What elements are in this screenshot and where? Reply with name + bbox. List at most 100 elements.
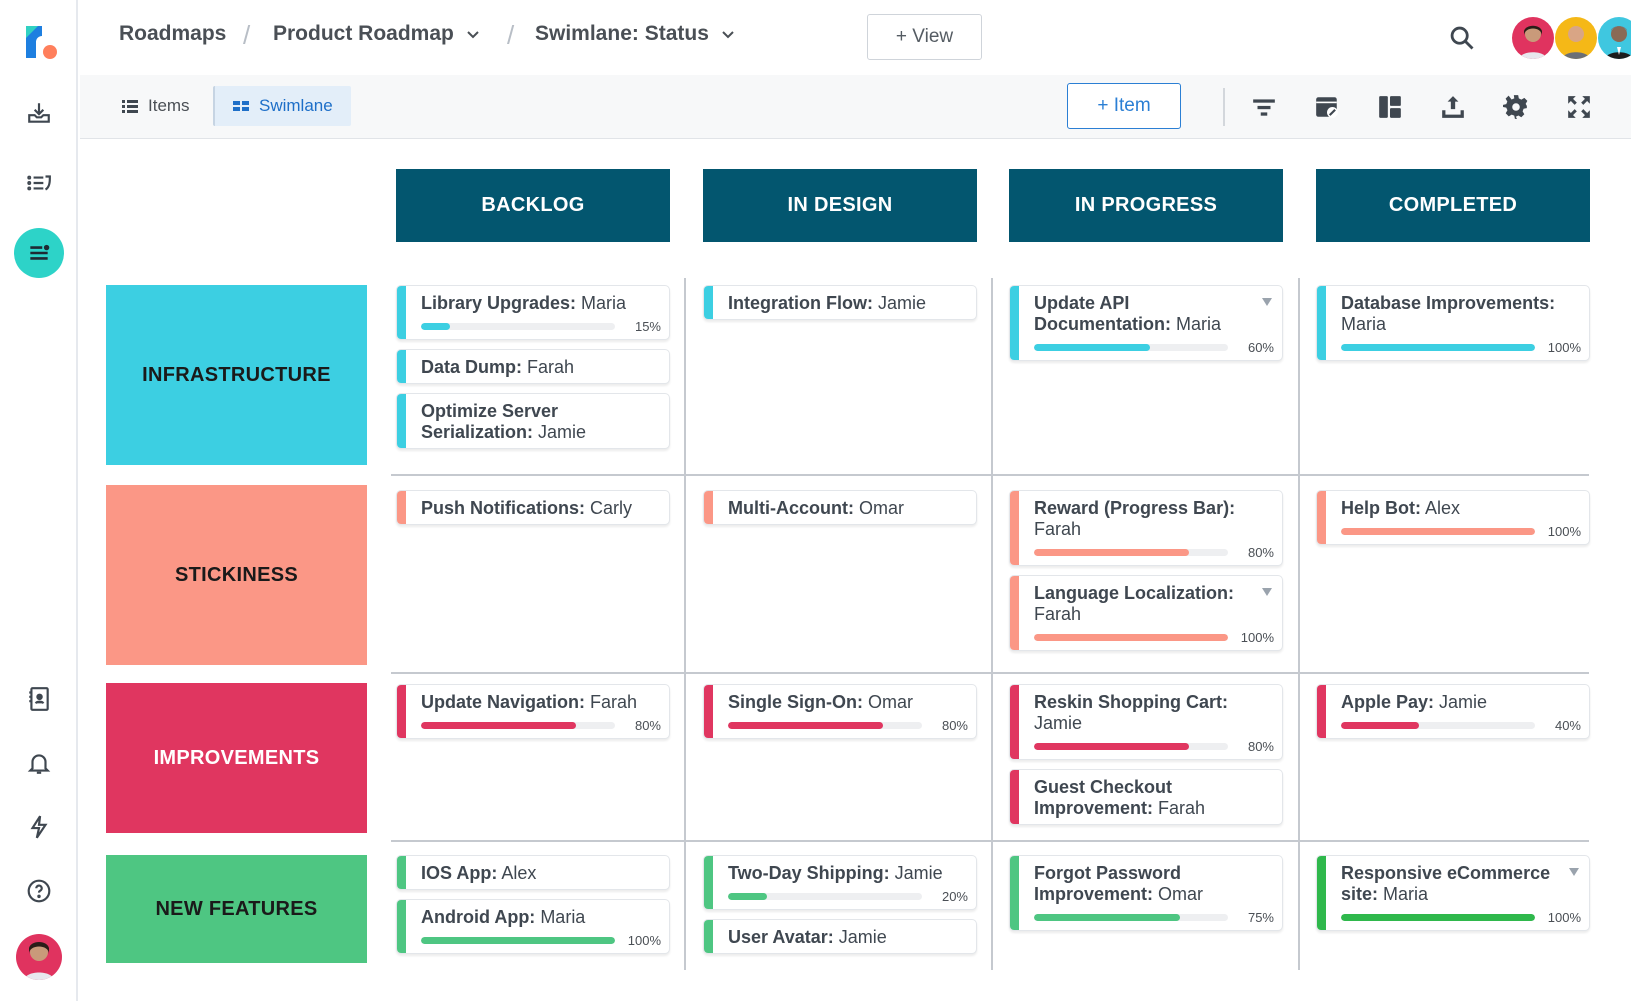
card-item-name: Single Sign-On: xyxy=(728,692,863,712)
roadmap-item-card[interactable]: Two-Day Shipping: Jamie 20% xyxy=(703,855,977,910)
roadmap-item-card[interactable]: Single Sign-On: Omar 80% xyxy=(703,684,977,739)
breadcrumb-product-roadmap[interactable]: Product Roadmap xyxy=(273,22,480,46)
column-header-completed[interactable]: COMPLETED xyxy=(1316,169,1590,242)
roadmap-item-card[interactable]: Optimize Server Serialization: Jamie xyxy=(396,393,670,449)
progress-fill xyxy=(1341,527,1535,535)
lane-label-stickiness[interactable]: STICKINESS xyxy=(106,485,367,665)
card-item-name: Integration Flow: xyxy=(728,293,873,313)
card-title: Database Improvements: Maria xyxy=(1341,293,1581,335)
card-color-stripe xyxy=(1010,491,1019,565)
lightning-icon[interactable] xyxy=(19,807,59,847)
card-owner: Omar xyxy=(1153,884,1204,904)
roadmap-item-card[interactable]: Help Bot: Alex 100% xyxy=(1316,490,1590,545)
roadmap-item-card[interactable]: User Avatar: Jamie xyxy=(703,919,977,954)
lane-label-infrastructure[interactable]: INFRASTRUCTURE xyxy=(106,285,367,465)
card-title: Optimize Server Serialization: Jamie xyxy=(421,401,661,443)
card-progress: 60% xyxy=(1034,339,1274,355)
card-title: Multi-Account: Omar xyxy=(728,498,968,519)
add-view-button[interactable]: + View xyxy=(867,14,982,60)
roadmap-item-card[interactable]: Guest Checkout Improvement: Farah xyxy=(1009,769,1283,825)
calendar-link-icon[interactable] xyxy=(1312,92,1342,122)
app-logo[interactable] xyxy=(24,24,60,60)
card-item-name: Android App: xyxy=(421,907,536,927)
export-icon[interactable] xyxy=(1438,92,1468,122)
card-owner: Maria xyxy=(535,907,586,927)
progress-track xyxy=(728,892,922,900)
lane-label-improvements[interactable]: IMPROVEMENTS xyxy=(106,683,367,833)
swimlane-view-icon[interactable] xyxy=(14,228,64,278)
column-header-in-design[interactable]: IN DESIGN xyxy=(703,169,977,242)
view-toolbar: Items Swimlane + Item xyxy=(80,75,1631,139)
column-header-in-progress[interactable]: IN PROGRESS xyxy=(1009,169,1283,242)
roadmap-item-card[interactable]: Language Localization: Farah 100% xyxy=(1009,575,1283,651)
card-title: Library Upgrades: Maria xyxy=(421,293,661,314)
roadmap-item-card[interactable]: Responsive eCommerce site: Maria 100% xyxy=(1316,855,1590,931)
progress-percent: 40% xyxy=(1554,717,1581,733)
roadmap-item-card[interactable]: Database Improvements: Maria 100% xyxy=(1316,285,1590,361)
card-color-stripe xyxy=(704,685,713,738)
progress-track xyxy=(1034,633,1228,641)
card-menu-caret-icon[interactable] xyxy=(1262,298,1272,306)
card-item-name: IOS App: xyxy=(421,863,498,883)
progress-fill xyxy=(421,936,615,944)
card-progress: 100% xyxy=(1341,339,1581,355)
roadmap-item-card[interactable]: IOS App: Alex xyxy=(396,855,670,890)
progress-percent: 75% xyxy=(1247,909,1274,925)
card-item-name: Database Improvements: xyxy=(1341,293,1556,313)
layout-icon[interactable] xyxy=(1375,92,1405,122)
import-icon[interactable] xyxy=(19,93,59,133)
roadmap-item-card[interactable]: Data Dump: Farah xyxy=(396,349,670,384)
progress-fill xyxy=(1034,343,1151,351)
tab-items[interactable]: Items xyxy=(106,86,206,126)
card-owner: Omar xyxy=(853,498,904,518)
bell-icon[interactable] xyxy=(19,743,59,783)
card-title: Guest Checkout Improvement: Farah xyxy=(1034,777,1274,819)
breadcrumb-view[interactable]: Swimlane: Status xyxy=(535,22,735,46)
search-icon[interactable] xyxy=(1448,24,1476,52)
breadcrumb-roadmap-label: Product Roadmap xyxy=(273,22,454,45)
roadmap-item-card[interactable]: Android App: Maria 100% xyxy=(396,899,670,954)
card-title: Two-Day Shipping: Jamie xyxy=(728,863,968,884)
card-item-name: Multi-Account: xyxy=(728,498,854,518)
left-sidebar xyxy=(0,0,78,1001)
help-icon[interactable] xyxy=(19,871,59,911)
list-sort-icon[interactable] xyxy=(19,163,59,203)
card-title: Apple Pay: Jamie xyxy=(1341,692,1581,713)
lane-label-new-features[interactable]: NEW FEATURES xyxy=(106,855,367,963)
progress-percent: 100% xyxy=(1547,339,1581,355)
roadmap-item-card[interactable]: Update API Documentation: Maria 60% xyxy=(1009,285,1283,361)
roadmap-item-card[interactable]: Forgot Password Improvement: Omar 75% xyxy=(1009,855,1283,931)
tab-swimlane[interactable]: Swimlane xyxy=(213,86,351,126)
card-menu-caret-icon[interactable] xyxy=(1262,588,1272,596)
current-user-avatar[interactable] xyxy=(16,934,62,980)
card-owner: Jamie xyxy=(833,927,887,947)
progress-fill xyxy=(1034,913,1180,921)
progress-track xyxy=(1034,343,1228,351)
progress-track xyxy=(1034,913,1228,921)
roadmap-item-card[interactable]: Library Upgrades: Maria 15% xyxy=(396,285,670,340)
roadmap-item-card[interactable]: Integration Flow: Jamie xyxy=(703,285,977,320)
fullscreen-icon[interactable] xyxy=(1564,92,1594,122)
roadmap-item-card[interactable]: Update Navigation: Farah 80% xyxy=(396,684,670,739)
card-owner: Alex xyxy=(497,863,537,883)
card-item-name: Push Notifications: xyxy=(421,498,586,518)
avatar[interactable] xyxy=(1555,17,1597,59)
card-item-name: Update API Documentation: xyxy=(1034,293,1171,334)
breadcrumb-roadmaps[interactable]: Roadmaps xyxy=(119,22,226,46)
roadmap-item-card[interactable]: Push Notifications: Carly xyxy=(396,490,670,525)
avatar[interactable] xyxy=(1512,17,1554,59)
roadmap-item-card[interactable]: Reward (Progress Bar): Farah 80% xyxy=(1009,490,1283,566)
card-title: Android App: Maria xyxy=(421,907,661,928)
roadmap-item-card[interactable]: Multi-Account: Omar xyxy=(703,490,977,525)
add-item-button[interactable]: + Item xyxy=(1067,83,1181,129)
card-menu-caret-icon[interactable] xyxy=(1569,868,1579,876)
avatar[interactable] xyxy=(1598,17,1631,59)
settings-icon[interactable] xyxy=(1501,92,1531,122)
filter-icon[interactable] xyxy=(1249,92,1279,122)
column-header-backlog[interactable]: BACKLOG xyxy=(396,169,670,242)
roadmap-item-card[interactable]: Reskin Shopping Cart: Jamie 80% xyxy=(1009,684,1283,760)
roadmap-item-card[interactable]: Apple Pay: Jamie 40% xyxy=(1316,684,1590,739)
progress-fill xyxy=(1341,721,1419,729)
contacts-icon[interactable] xyxy=(19,679,59,719)
card-color-stripe xyxy=(704,856,713,909)
